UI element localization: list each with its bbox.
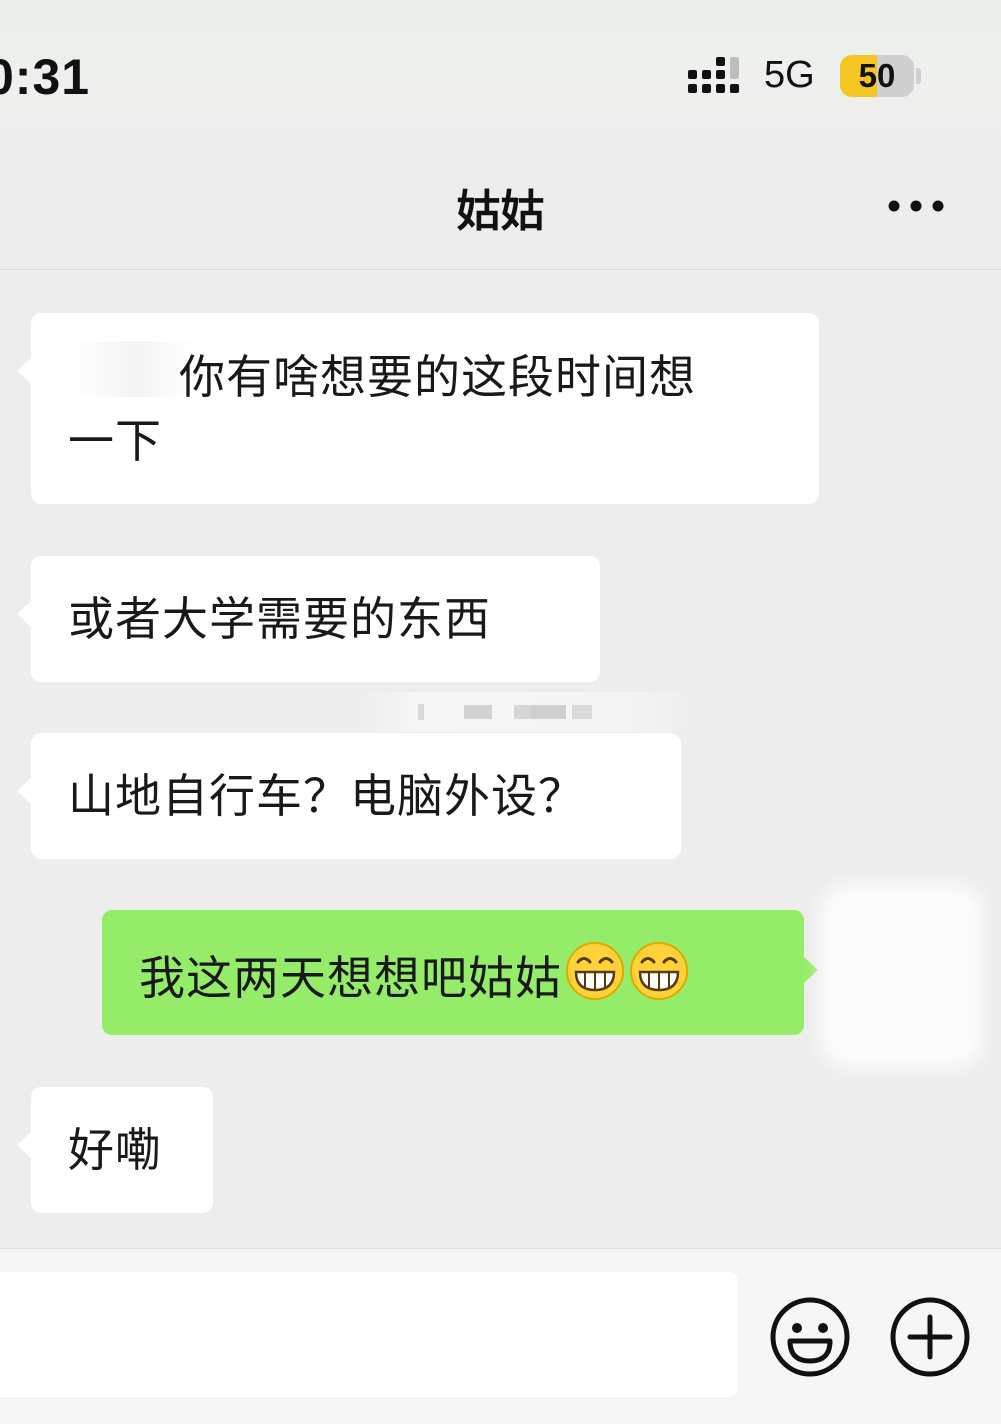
network-type: 5G	[764, 54, 815, 96]
message-text: 我这两天想想吧姑姑	[139, 951, 562, 1005]
grin-emoji	[630, 942, 688, 1000]
message-bubble-incoming[interactable]: 或者大学需要的东西	[17, 556, 600, 682]
message-text: 或者大学需要的东西	[68, 592, 491, 646]
smiley-icon	[770, 1297, 850, 1377]
more-button[interactable]	[876, 186, 956, 226]
message-text: 好嘞	[68, 1123, 162, 1177]
more-dots-icon	[888, 200, 944, 212]
plus-circle-icon	[890, 1297, 970, 1377]
nav-divider	[0, 269, 1001, 270]
message-input[interactable]	[0, 1272, 738, 1397]
battery-indicator: 50	[840, 55, 914, 97]
signal-strength-icon	[688, 57, 739, 93]
message-text-line: 你有啥想要的这段时间想	[179, 350, 696, 404]
redacted-timestamp	[356, 692, 696, 732]
message-bubble-outgoing[interactable]: 我这两天想想吧姑姑	[102, 910, 818, 1035]
battery-level: 50	[858, 57, 896, 94]
message-bubble-incoming[interactable]: 好嘞	[17, 1087, 213, 1213]
plus-button[interactable]	[888, 1295, 972, 1379]
status-time: 0:31	[0, 49, 91, 105]
message-text-line: 一下	[68, 414, 162, 468]
message-text: 山地自行车？电脑外设？	[68, 769, 585, 823]
battery-tip	[916, 68, 921, 84]
redacted-avatar	[832, 896, 972, 1056]
blurred-text-icon	[418, 704, 592, 720]
message-bubble-incoming[interactable]: 山地自行车？电脑外设？	[17, 733, 681, 859]
message-text-row: 我这两天想想吧姑姑	[139, 940, 690, 1010]
grin-emoji	[566, 942, 624, 1000]
message-bubble-incoming[interactable]: 你有啥想要的这段时间想 一下	[17, 313, 819, 504]
emoji-button[interactable]	[768, 1295, 852, 1379]
chat-title: 姑姑	[456, 186, 545, 237]
